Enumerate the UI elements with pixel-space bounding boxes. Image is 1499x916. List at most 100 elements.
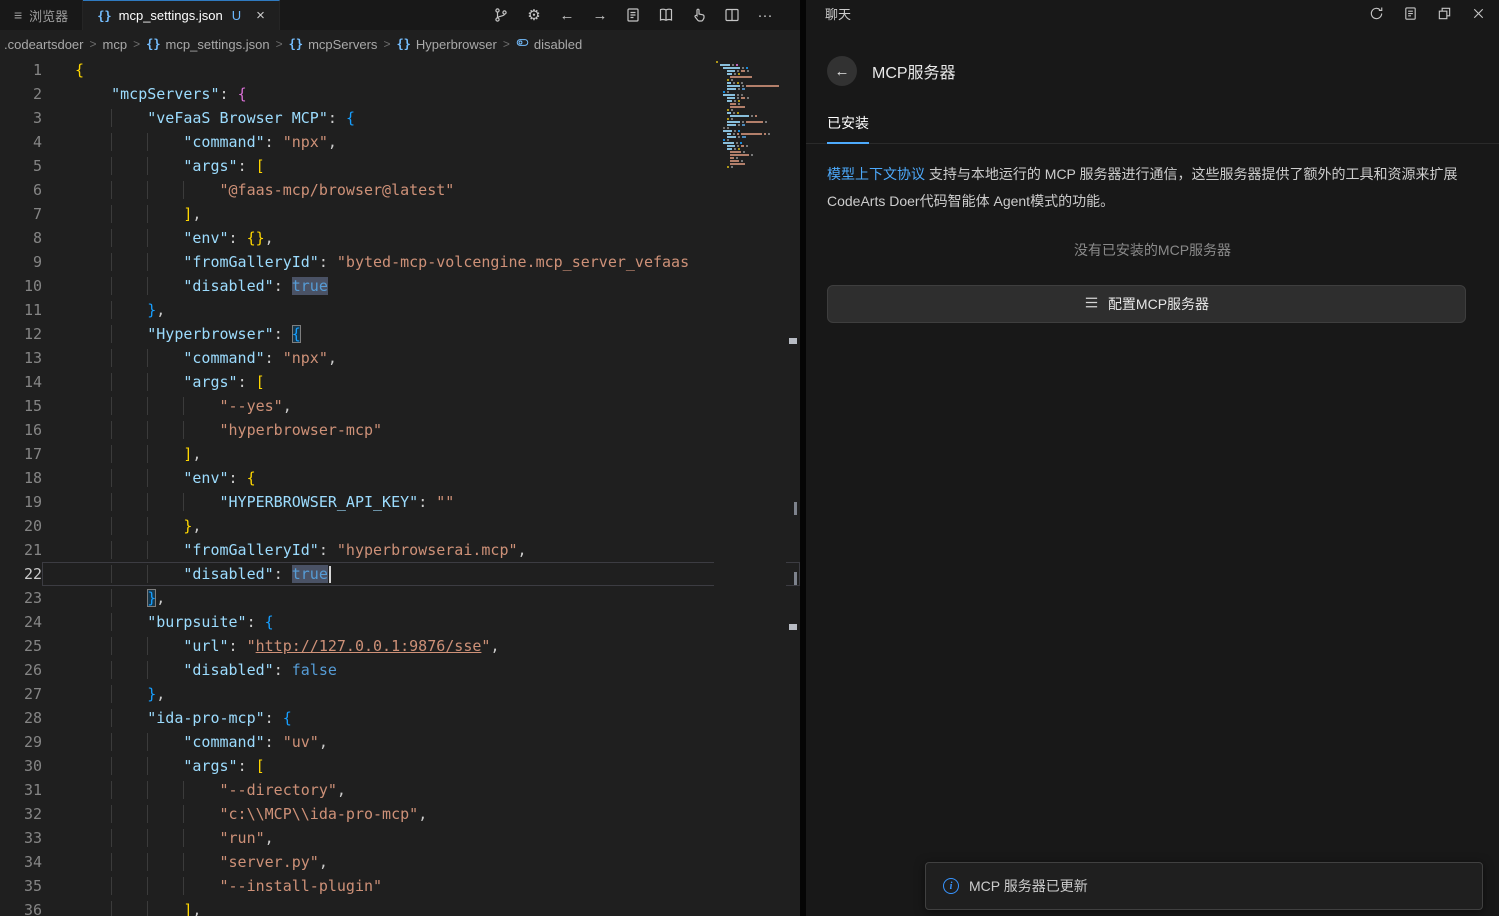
code-line[interactable]: 14 "args": [: [0, 370, 800, 394]
split-editor-icon[interactable]: [723, 6, 741, 24]
mcp-description: 模型上下文协议 支持与本地运行的 MCP 服务器进行通信，这些服务器提供了额外的…: [827, 161, 1479, 215]
code-line[interactable]: 35 "--install-plugin": [0, 874, 800, 898]
notebook-icon[interactable]: [624, 6, 642, 24]
tab-label: 浏览器: [29, 6, 68, 25]
code-line[interactable]: 6 "@faas-mcp/browser@latest": [0, 178, 800, 202]
code-line[interactable]: 28 "ida-pro-mcp": {: [0, 706, 800, 730]
close-window-icon[interactable]: [1470, 5, 1487, 22]
overview-mark: [789, 338, 797, 344]
code-line[interactable]: 20 },: [0, 514, 800, 538]
configure-mcp-button[interactable]: 配置MCP服务器: [827, 285, 1466, 323]
code-line[interactable]: 3 "veFaaS Browser MCP": {: [0, 106, 800, 130]
code-line[interactable]: 27 },: [0, 682, 800, 706]
breadcrumb-item-disabled[interactable]: disabled: [516, 36, 582, 52]
line-number: 7: [0, 202, 42, 226]
breadcrumb-item-mcpservers[interactable]: {} mcpServers: [289, 37, 378, 52]
code-line[interactable]: 29 "command": "uv",: [0, 730, 800, 754]
note-icon[interactable]: [1402, 5, 1419, 22]
editor-window: ≡ 浏览器 {} mcp_settings.json U × ⚙ ← →: [0, 0, 800, 916]
code-line[interactable]: 8 "env": {},: [0, 226, 800, 250]
line-number: 25: [0, 634, 42, 658]
breadcrumb-item-file[interactable]: {} mcp_settings.json: [146, 37, 270, 52]
code-line[interactable]: 10 "disabled": true: [0, 274, 800, 298]
code-line[interactable]: 31 "--directory",: [0, 778, 800, 802]
line-number: 5: [0, 154, 42, 178]
line-number: 36: [0, 898, 42, 916]
gear-icon[interactable]: ⚙: [525, 6, 543, 24]
line-number: 22: [0, 562, 42, 586]
line-number: 13: [0, 346, 42, 370]
mcp-protocol-link[interactable]: 模型上下文协议: [827, 166, 925, 182]
chevron-right-icon: >: [383, 37, 390, 51]
line-number: 14: [0, 370, 42, 394]
code-line[interactable]: 15 "--yes",: [0, 394, 800, 418]
code-line[interactable]: 19 "HYPERBROWSER_API_KEY": "": [0, 490, 800, 514]
breadcrumb-item-folder[interactable]: .codeartsdoer: [4, 37, 84, 52]
breadcrumb-item-mcp[interactable]: mcp: [103, 37, 128, 52]
line-number: 24: [0, 610, 42, 634]
toast-message: MCP 服务器已更新: [969, 876, 1088, 896]
code-line[interactable]: 36 ],: [0, 898, 800, 916]
code-line[interactable]: 13 "command": "npx",: [0, 346, 800, 370]
code-line[interactable]: 1{: [0, 58, 800, 82]
tab-mcp-settings-json[interactable]: {} mcp_settings.json U ×: [83, 0, 280, 30]
code-line[interactable]: 32 "c:\\MCP\\ida-pro-mcp",: [0, 802, 800, 826]
list-settings-icon: [1084, 295, 1099, 313]
more-actions-icon[interactable]: ···: [756, 6, 774, 24]
code-line[interactable]: 34 "server.py",: [0, 850, 800, 874]
hand-pointer-icon[interactable]: [690, 6, 708, 24]
git-branch-icon[interactable]: [492, 6, 510, 24]
book-preview-icon[interactable]: [657, 6, 675, 24]
code-line[interactable]: 23 },: [0, 586, 800, 610]
code-line[interactable]: 18 "env": {: [0, 466, 800, 490]
code-editor[interactable]: 1{2 "mcpServers": {3 "veFaaS Browser MCP…: [0, 58, 800, 916]
line-number: 21: [0, 538, 42, 562]
code-line[interactable]: 21 "fromGalleryId": "hyperbrowserai.mcp"…: [0, 538, 800, 562]
code-line[interactable]: 30 "args": [: [0, 754, 800, 778]
tab-installed[interactable]: 已安装: [827, 113, 869, 144]
code-line[interactable]: 33 "run",: [0, 826, 800, 850]
code-line[interactable]: 9 "fromGalleryId": "byted-mcp-volcengine…: [0, 250, 800, 274]
code-line[interactable]: 11 },: [0, 298, 800, 322]
code-line[interactable]: 25 "url": "http://127.0.0.1:9876/sse",: [0, 634, 800, 658]
restore-window-icon[interactable]: [1436, 5, 1453, 22]
line-number: 11: [0, 298, 42, 322]
code-line[interactable]: 2 "mcpServers": {: [0, 82, 800, 106]
chevron-right-icon: >: [133, 37, 140, 51]
overview-ruler[interactable]: [786, 58, 800, 916]
line-number: 10: [0, 274, 42, 298]
code-line[interactable]: 5 "args": [: [0, 154, 800, 178]
line-number: 16: [0, 418, 42, 442]
refresh-icon[interactable]: [1368, 5, 1385, 22]
json-file-icon: {}: [97, 9, 111, 23]
code-line[interactable]: 24 "burpsuite": {: [0, 610, 800, 634]
line-number: 20: [0, 514, 42, 538]
close-tab-icon[interactable]: ×: [256, 7, 265, 24]
editor-tab-bar: ≡ 浏览器 {} mcp_settings.json U × ⚙ ← →: [0, 0, 800, 30]
chat-panel: 聊天 ← MCP服务器 已安: [806, 0, 1499, 916]
code-line[interactable]: 22 "disabled": true: [0, 562, 800, 586]
code-line[interactable]: 16 "hyperbrowser-mcp": [0, 418, 800, 442]
minimap[interactable]: [714, 58, 786, 916]
code-line[interactable]: 17 ],: [0, 442, 800, 466]
overview-mark: [794, 502, 797, 515]
chevron-right-icon: >: [276, 37, 283, 51]
line-number: 33: [0, 826, 42, 850]
chevron-right-icon: >: [90, 37, 97, 51]
code-line[interactable]: 4 "command": "npx",: [0, 130, 800, 154]
notification-toast[interactable]: i MCP 服务器已更新: [925, 862, 1483, 910]
tab-browser[interactable]: ≡ 浏览器: [0, 0, 83, 30]
breadcrumb-item-hyperbrowser[interactable]: {} Hyperbrowser: [396, 37, 496, 52]
back-icon[interactable]: ←: [558, 6, 576, 24]
code-line[interactable]: 26 "disabled": false: [0, 658, 800, 682]
back-button[interactable]: ←: [827, 56, 857, 86]
code-line[interactable]: 12 "Hyperbrowser": {: [0, 322, 800, 346]
arrow-left-icon: ←: [835, 63, 850, 80]
chat-window-title: 聊天: [825, 4, 851, 23]
chevron-right-icon: >: [503, 37, 510, 51]
app-window: ≡ 浏览器 {} mcp_settings.json U × ⚙ ← →: [0, 0, 1499, 916]
git-status-badge: U: [232, 8, 241, 23]
code-line[interactable]: 7 ],: [0, 202, 800, 226]
forward-icon[interactable]: →: [591, 6, 609, 24]
empty-state-text: 没有已安装的MCP服务器: [806, 240, 1499, 260]
